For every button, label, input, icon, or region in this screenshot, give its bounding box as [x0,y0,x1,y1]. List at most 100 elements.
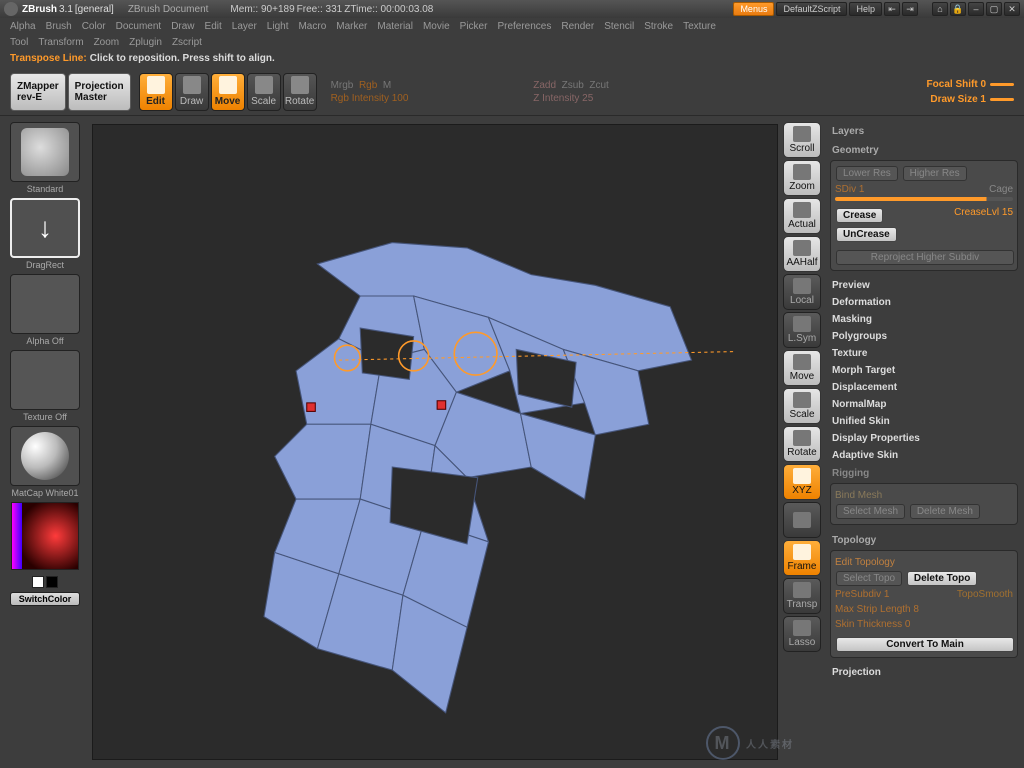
swatch-black[interactable] [46,576,58,588]
delete-mesh-button[interactable]: Delete Mesh [910,504,980,519]
mode-edit-button[interactable]: Edit [139,73,173,111]
zsub-label[interactable]: Zsub [562,80,584,91]
vbar-scale-button[interactable]: Scale [783,388,821,424]
bind-mesh-label[interactable]: Bind Mesh [835,488,1013,503]
crease-button[interactable]: Crease [836,208,883,223]
vbar-scroll-button[interactable]: Scroll [783,122,821,158]
section-masking[interactable]: Masking [830,311,1018,328]
sdiv-bar[interactable] [835,197,1013,201]
projection-heading[interactable]: Projection [830,664,1018,681]
projection-master-button[interactable]: Projection Master [68,73,131,111]
menu-picker[interactable]: Picker [460,21,488,32]
vbar-l.sym-button[interactable]: L.Sym [783,312,821,348]
edit-topology-label[interactable]: Edit Topology [835,555,1013,570]
reproject-button[interactable]: Reproject Higher Subdiv [836,250,1014,265]
vbar-lasso-button[interactable]: Lasso [783,616,821,652]
palette-dock-right-icon[interactable]: ⇥ [902,2,918,16]
delete-topo-button[interactable]: Delete Topo [907,571,977,586]
geometry-heading[interactable]: Geometry [830,141,1018,160]
toposmooth-label[interactable]: TopoSmooth [957,589,1013,600]
zadd-label[interactable]: Zadd [533,80,556,91]
menu-stroke[interactable]: Stroke [644,21,673,32]
menu-edit[interactable]: Edit [205,21,222,32]
lower-res-button[interactable]: Lower Res [836,166,898,181]
vbar-icon-10-button[interactable] [783,502,821,538]
section-adaptive-skin[interactable]: Adaptive Skin [830,447,1018,464]
rgb-label[interactable]: Rgb [359,80,377,91]
mode-rotate-button[interactable]: Rotate [283,73,317,111]
mrgb-label[interactable]: Mrgb [331,80,354,91]
menu-document[interactable]: Document [116,21,162,32]
section-displacement[interactable]: Displacement [830,379,1018,396]
higher-res-button[interactable]: Higher Res [903,166,967,181]
lock-icon[interactable]: 🔒 [950,2,966,16]
texture-thumb[interactable] [10,350,80,410]
maximize-icon[interactable]: ▢ [986,2,1002,16]
vbar-move-button[interactable]: Move [783,350,821,386]
vbar-frame-button[interactable]: Frame [783,540,821,576]
uncrease-button[interactable]: UnCrease [836,227,897,242]
minimize-icon[interactable]: – [968,2,984,16]
section-normalmap[interactable]: NormalMap [830,396,1018,413]
section-deformation[interactable]: Deformation [830,294,1018,311]
layers-heading[interactable]: Layers [830,122,1018,141]
menu-layer[interactable]: Layer [232,21,257,32]
section-morph-target[interactable]: Morph Target [830,362,1018,379]
color-picker[interactable] [11,502,79,570]
select-topo-button[interactable]: Select Topo [836,571,902,586]
menu-texture[interactable]: Texture [683,21,716,32]
crease-level-slider[interactable]: CreaseLvl 15 [954,207,1013,218]
menu-color[interactable]: Color [82,21,106,32]
section-unified-skin[interactable]: Unified Skin [830,413,1018,430]
vbar-rotate-button[interactable]: Rotate [783,426,821,462]
menu-zplugin[interactable]: Zplugin [129,37,162,48]
vbar-aahalf-button[interactable]: AAHalf [783,236,821,272]
swatch-white[interactable] [32,576,44,588]
palette-dock-left-icon[interactable]: ⇤ [884,2,900,16]
material-thumb[interactable] [10,426,80,486]
menu-transform[interactable]: Transform [38,37,83,48]
m-label[interactable]: M [383,80,391,91]
select-mesh-button[interactable]: Select Mesh [836,504,905,519]
presubdiv-slider[interactable]: PreSubdiv 1 [835,589,889,600]
help-button[interactable]: Help [849,2,882,16]
max-strip-slider[interactable]: Max Strip Length 8 [835,602,1013,617]
menu-render[interactable]: Render [561,21,594,32]
zcut-label[interactable]: Zcut [589,80,608,91]
stroke-thumb[interactable]: ↓ [10,198,80,258]
convert-main-button[interactable]: Convert To Main [836,637,1014,652]
menu-brush[interactable]: Brush [46,21,72,32]
section-preview[interactable]: Preview [830,277,1018,294]
menu-movie[interactable]: Movie [423,21,450,32]
mode-move-button[interactable]: Move [211,73,245,111]
viewport-canvas[interactable] [92,124,778,760]
menu-alpha[interactable]: Alpha [10,21,36,32]
brush-thumb[interactable] [10,122,80,182]
vbar-transp-button[interactable]: Transp [783,578,821,614]
switch-color-button[interactable]: SwitchColor [10,592,80,606]
zmapper-button[interactable]: ZMapper rev-E [10,73,66,111]
menu-stencil[interactable]: Stencil [604,21,634,32]
close-icon[interactable]: ✕ [1004,2,1020,16]
alpha-thumb[interactable] [10,274,80,334]
menu-draw[interactable]: Draw [171,21,194,32]
menu-material[interactable]: Material [377,21,413,32]
zscript-button[interactable]: DefaultZScript [776,2,847,16]
menu-zscript[interactable]: Zscript [172,37,202,48]
menu-macro[interactable]: Macro [298,21,326,32]
menu-preferences[interactable]: Preferences [497,21,551,32]
mode-draw-button[interactable]: Draw [175,73,209,111]
draw-size-slider[interactable]: Draw Size 1 [930,94,986,105]
skin-thickness-slider[interactable]: Skin Thickness 0 [835,617,1013,632]
z-intensity-slider[interactable]: Z Intensity 25 [533,93,722,104]
rgb-intensity-slider[interactable]: Rgb Intensity 100 [331,93,520,104]
vbar-zoom-button[interactable]: Zoom [783,160,821,196]
menu-tool[interactable]: Tool [10,37,28,48]
menu-marker[interactable]: Marker [336,21,367,32]
mode-scale-button[interactable]: Scale [247,73,281,111]
vbar-xyz-button[interactable]: XYZ [783,464,821,500]
cage-label[interactable]: Cage [989,184,1013,195]
section-polygroups[interactable]: Polygroups [830,328,1018,345]
vbar-local-button[interactable]: Local [783,274,821,310]
sdiv-slider[interactable]: SDiv 1 [835,184,864,195]
